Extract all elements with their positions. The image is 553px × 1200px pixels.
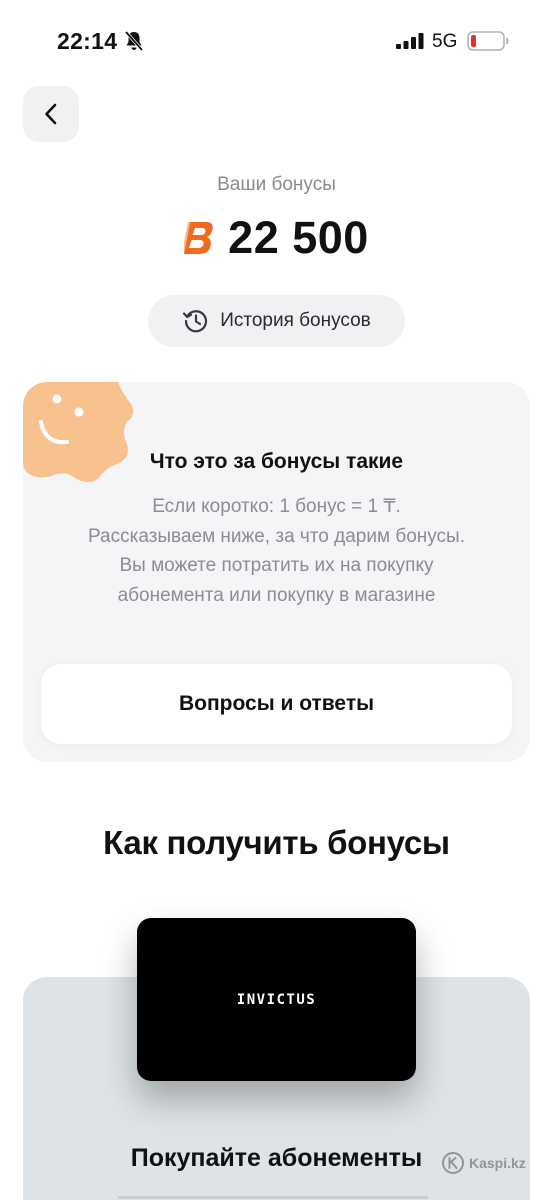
brand-logo: INVICTUS <box>236 991 317 1008</box>
info-line: абонемента или покупку в магазине <box>117 584 436 606</box>
promo-subtitle-cropped <box>118 1192 428 1200</box>
cellular-signal-icon <box>396 33 424 49</box>
info-line: Рассказываем ниже, за что дарим бонусы. <box>88 525 465 547</box>
balance-display: 22 500 <box>0 212 553 264</box>
status-bar: 22:14 5G <box>0 0 553 80</box>
bell-muted-icon <box>124 30 144 52</box>
back-button[interactable] <box>23 86 79 142</box>
faq-label: Вопросы и ответы <box>178 692 375 715</box>
battery-icon <box>467 31 509 51</box>
info-line: Вы можете потратить их на покупку <box>119 555 434 576</box>
info-description: Если коротко: 1 бонус = 1 ₸. Рассказывае… <box>51 492 502 610</box>
bonuses-screen: 22:14 5G Ваши бонусы 22 500 История бону… <box>0 0 553 1200</box>
how-to-heading: Как получить бонусы <box>103 824 450 861</box>
info-line: Если коротко: 1 бонус = 1 ₸. <box>152 496 401 517</box>
bonus-b-icon <box>184 222 213 254</box>
membership-card-image: INVICTUS <box>137 918 416 1081</box>
chevron-left-icon <box>45 103 57 125</box>
watermark: Kaspi.kz <box>442 1152 526 1174</box>
network-type: 5G <box>432 31 458 52</box>
faq-button[interactable]: Вопросы и ответы <box>41 664 512 744</box>
watermark-text: Kaspi.kz <box>469 1155 526 1171</box>
history-clock-icon <box>183 310 208 333</box>
history-button[interactable]: История бонусов <box>148 295 405 347</box>
status-time: 22:14 <box>57 28 118 54</box>
bonus-info-card: Что это за бонусы такие Если коротко: 1 … <box>23 382 530 762</box>
balance-caption: Ваши бонусы <box>217 174 336 195</box>
history-label: История бонусов <box>220 310 371 331</box>
kaspi-logo-icon <box>442 1152 464 1174</box>
balance-amount: 22 500 <box>228 212 369 263</box>
info-title: Что это за бонусы такие <box>149 450 404 473</box>
